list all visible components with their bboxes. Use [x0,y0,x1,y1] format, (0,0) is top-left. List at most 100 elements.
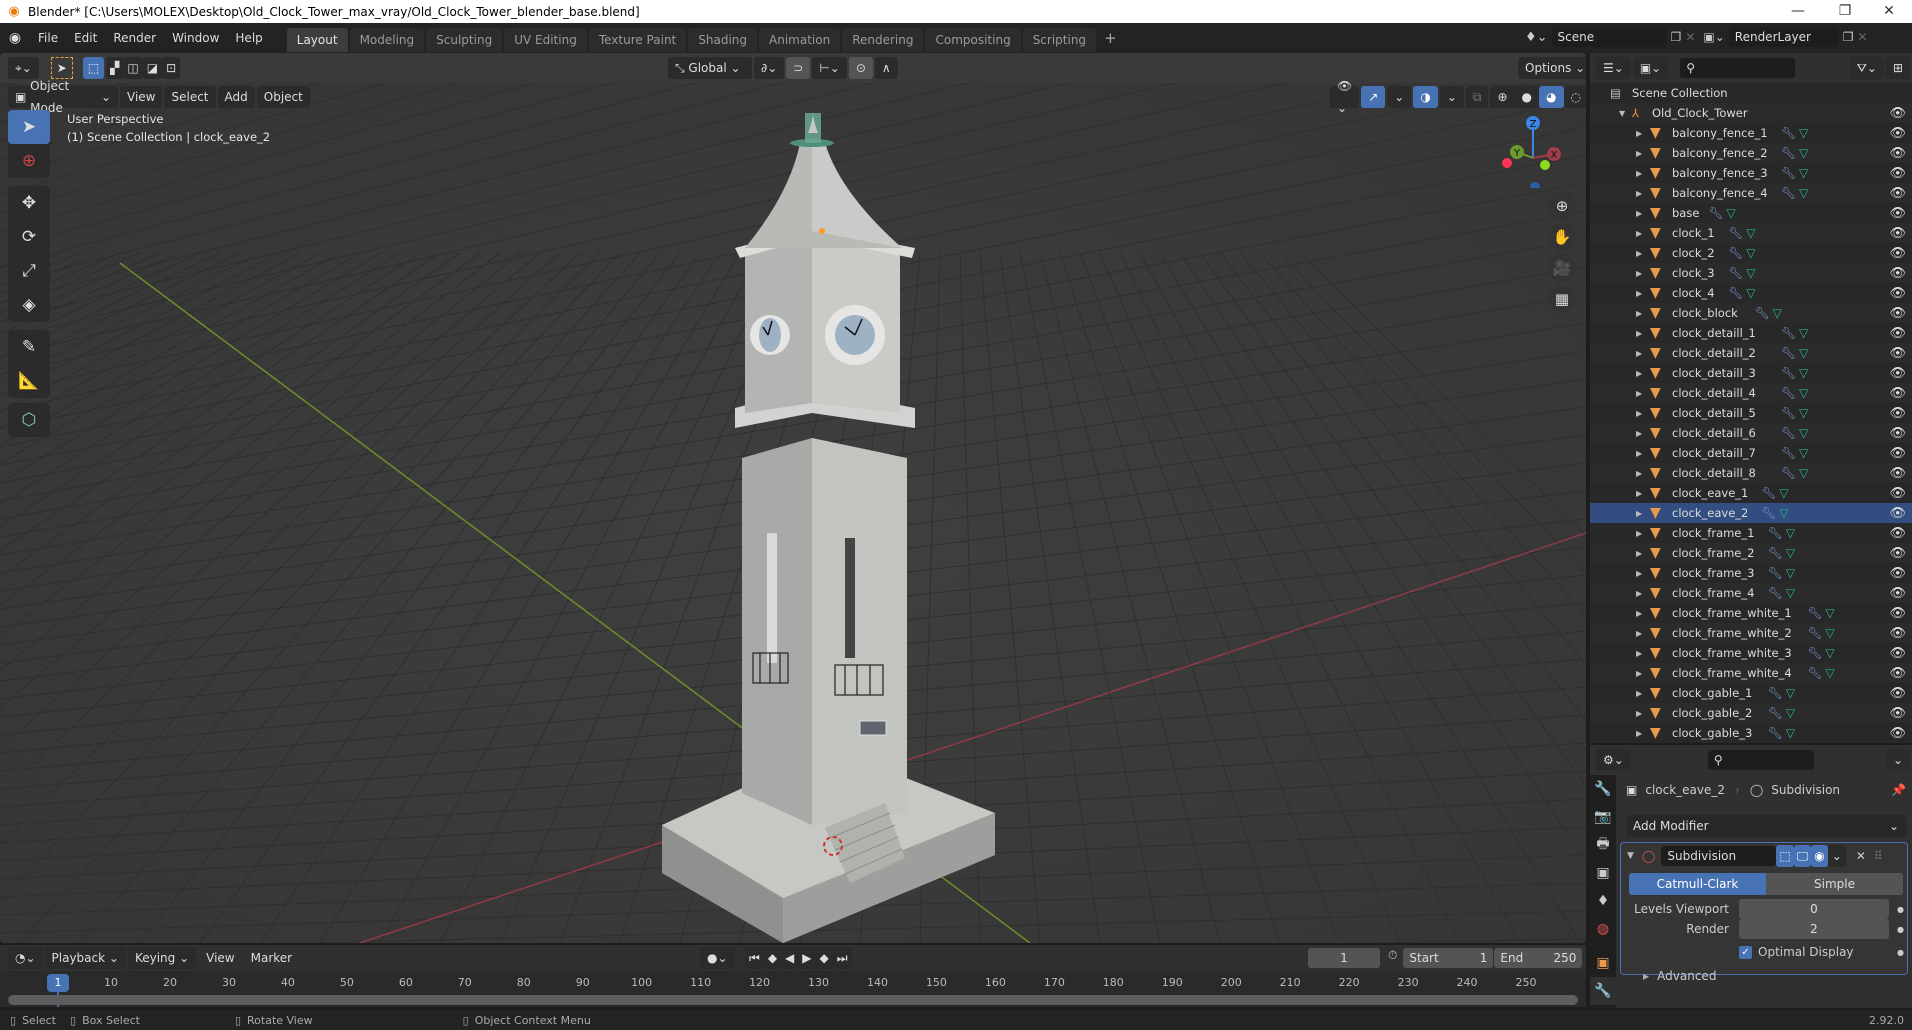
eye-icon[interactable]: 👁 [1889,286,1906,301]
eye-icon[interactable]: 👁 [1889,126,1906,141]
tab-layout[interactable]: Layout [286,27,348,52]
outliner-row[interactable]: ▶ ▼ balcony_fence_4 🔧︎ ▽ 👁 [1590,183,1912,203]
eye-icon[interactable]: 👁 [1889,206,1906,221]
outliner-row[interactable]: ▶ ▼ clock_detaill_1 🔧︎ ▽ 👁 [1590,323,1912,343]
mesh-data-icon[interactable]: ▽ [1726,206,1735,220]
eye-icon[interactable]: 👁 [1889,466,1906,481]
panel-collapse-arrow[interactable]: ▼ [1627,851,1634,861]
modifier-wrench-icon[interactable]: 🔧︎ [1781,386,1796,400]
modifier-wrench-icon[interactable]: 🔧︎ [1768,686,1783,700]
expand-arrow-icon[interactable]: ▶ [1636,549,1642,558]
auto-keying-toggle[interactable]: ●⌄ [700,947,735,969]
eye-icon[interactable]: 👁 [1889,706,1906,721]
select-mode-subtract-icon[interactable]: ◫ [123,57,143,79]
render-toggle-icon[interactable]: ◉ [1811,845,1828,867]
modifier-name-field[interactable]: Subdivision [1661,846,1777,866]
eye-icon[interactable]: 👁 [1889,106,1906,121]
mesh-data-icon[interactable]: ▽ [1799,126,1808,140]
modifier-wrench-icon[interactable]: 🔧︎ [1807,666,1822,680]
expand-arrow-icon[interactable]: ▶ [1636,529,1642,538]
expand-arrow-icon[interactable]: ▶ [1636,269,1642,278]
preview-range-icon[interactable]: ⏱ [1388,948,1397,968]
select-mode-intersect-icon[interactable]: ⊡ [162,57,181,79]
modifier-wrench-icon[interactable]: 🔧︎ [1768,546,1783,560]
render-levels-field[interactable]: 2 [1739,919,1889,939]
shading-material-icon[interactable]: ◕ [1539,86,1564,108]
outliner-row[interactable]: ▶ ▼ clock_frame_white_2 🔧︎ ▽ 👁 [1590,623,1912,643]
scene-tab-icon[interactable]: ♦ [1590,887,1616,915]
expand-arrow-icon[interactable]: ▶ [1636,249,1642,258]
outliner-row[interactable]: ▶ ▼ clock_eave_2 🔧︎ ▽ 👁 [1590,503,1912,523]
simple-option[interactable]: Simple [1766,873,1903,895]
mesh-data-icon[interactable]: ▽ [1799,166,1808,180]
pan-view-icon[interactable]: ✋ [1548,223,1576,251]
expand-arrow-icon[interactable]: ▶ [1636,569,1642,578]
modifier-wrench-icon[interactable]: 🔧︎ [1708,206,1723,220]
shading-solid-icon[interactable]: ● [1514,86,1540,108]
mesh-data-icon[interactable]: ▽ [1779,486,1788,500]
remove-modifier-icon[interactable]: ✕ [1856,849,1866,863]
modifier-wrench-icon[interactable]: 🔧︎ [1761,486,1776,500]
filter-dropdown[interactable]: ⛛⌄ [1849,57,1884,79]
scale-tool-icon[interactable]: ⤢ [8,254,50,288]
expand-arrow-icon[interactable]: ▶ [1636,489,1642,498]
outliner-row[interactable]: ▶ ▼ clock_detaill_4 🔧︎ ▽ 👁 [1590,383,1912,403]
cursor-tool-icon[interactable]: ⊕ [8,144,50,178]
add-workspace-button[interactable]: + [1098,29,1123,47]
play-icon[interactable]: ▶ [798,947,816,969]
select-mode-invert-icon[interactable]: ◪ [142,57,163,79]
maximize-button[interactable]: ❐ [1822,0,1868,23]
eye-icon[interactable]: 👁 [1889,306,1906,321]
timeline-menu-marker[interactable]: Marker [243,943,300,973]
tab-compositing[interactable]: Compositing [925,27,1021,52]
eye-icon[interactable]: 👁 [1889,626,1906,641]
viewport-menu-select[interactable]: Select [164,86,216,108]
mesh-data-icon[interactable]: ▽ [1825,606,1834,620]
scene-icon[interactable]: ♦⌄ [1525,30,1548,45]
outliner-row[interactable]: ▶ ▼ clock_detaill_6 🔧︎ ▽ 👁 [1590,423,1912,443]
mesh-data-icon[interactable]: ▽ [1746,286,1755,300]
eye-icon[interactable]: 👁 [1889,606,1906,621]
outliner-row[interactable]: ▶ ▼ clock_2 🔧︎ ▽ 👁 [1590,243,1912,263]
outliner-row[interactable]: ▶ ▼ clock_eave_1 🔧︎ ▽ 👁 [1590,483,1912,503]
mesh-data-icon[interactable]: ▽ [1786,566,1795,580]
outliner-row[interactable]: ▶ ▼ clock_detaill_8 🔧︎ ▽ 👁 [1590,463,1912,483]
select-mode-extend-icon[interactable]: ▞ [106,57,124,79]
catmull-clark-option[interactable]: Catmull-Clark [1629,873,1766,895]
mesh-data-icon[interactable]: ▽ [1825,666,1834,680]
expand-arrow-icon[interactable]: ▶ [1636,629,1642,638]
eye-icon[interactable]: 👁 [1889,266,1906,281]
eye-icon[interactable]: 👁 [1889,326,1906,341]
mesh-data-icon[interactable]: ▽ [1786,546,1795,560]
render-tab-icon[interactable]: 📷 [1590,803,1616,831]
properties-search-input[interactable]: ⚲ [1707,750,1814,770]
view-layer-tab-icon[interactable]: ▣ [1590,859,1616,887]
delete-view-layer-icon[interactable]: ✕ [1858,30,1868,44]
eye-icon[interactable]: 👁 [1889,346,1906,361]
menu-render[interactable]: Render [105,23,164,53]
expand-arrow-icon[interactable]: ▶ [1636,669,1642,678]
ortho-toggle-icon[interactable]: ▦ [1548,285,1576,313]
modifier-wrench-icon[interactable]: 🔧︎ [1781,186,1796,200]
outliner-row[interactable]: ▶ ▼ clock_frame_1 🔧︎ ▽ 👁 [1590,523,1912,543]
outliner-row[interactable]: ▶ ▼ balcony_fence_1 🔧︎ ▽ 👁 [1590,123,1912,143]
mesh-data-icon[interactable]: ▽ [1786,706,1795,720]
snap-toggle-icon[interactable]: ⊃ [786,57,811,79]
gizmo-toggle-icon[interactable]: ↗ [1361,86,1386,108]
output-tab-icon[interactable]: 🖶 [1590,831,1616,859]
outliner-search-input[interactable]: ⚲ [1680,58,1795,78]
expand-arrow-icon[interactable]: ▶ [1636,589,1642,598]
expand-arrow-icon[interactable]: ▶ [1636,129,1642,138]
tab-scripting[interactable]: Scripting [1022,27,1097,52]
menu-file[interactable]: File [30,23,66,53]
mesh-data-icon[interactable]: ▽ [1799,366,1808,380]
scene-name-field[interactable]: Scene [1551,27,1667,47]
visibility-dropdown[interactable]: 👁⌄ [1330,79,1360,115]
keyframe-dot-icon[interactable]: ● [1897,905,1904,914]
modifier-wrench-icon[interactable]: 🔧︎ [1781,146,1796,160]
mesh-data-icon[interactable]: ▽ [1786,586,1795,600]
expand-arrow-icon[interactable]: ▶ [1636,289,1642,298]
pivot-point-dropdown[interactable]: ∂⌄ [754,57,785,79]
pin-icon[interactable]: 📌 [1891,783,1906,797]
expand-arrow-icon[interactable]: ▶ [1636,229,1642,238]
